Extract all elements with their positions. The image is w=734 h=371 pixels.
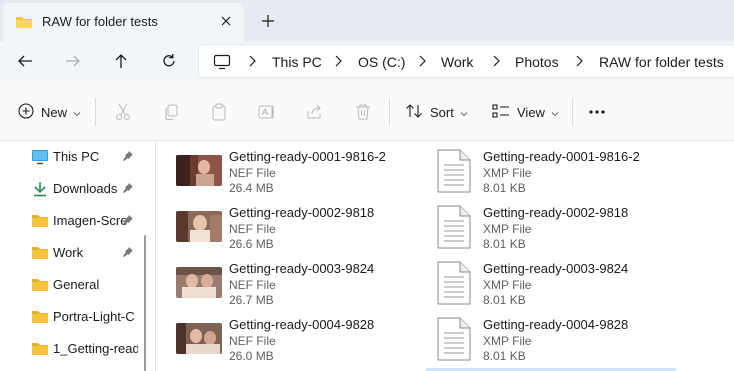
file-name: Getting-ready-0002-9818 [483, 205, 629, 220]
folder-icon [31, 213, 49, 232]
file-size: 8.01 KB [483, 349, 526, 363]
chevron-right-icon[interactable] [333, 54, 343, 68]
pin-icon [122, 182, 134, 197]
toolbar-divider [572, 98, 573, 126]
file-name: Getting-ready-0004-9828 [483, 317, 629, 332]
chevron-right-icon[interactable] [417, 54, 427, 68]
chevron-down-icon [551, 105, 559, 120]
chevron-down-icon [73, 105, 81, 120]
copy-icon[interactable] [163, 101, 179, 123]
plus-circle-icon [18, 102, 34, 122]
sidebar-item-label: Portra-Light-C [53, 309, 135, 324]
tab-title: RAW for folder tests [42, 14, 158, 29]
file-type: XMP File [483, 334, 532, 348]
sidebar-item-label: General [53, 277, 100, 292]
file-type: XMP File [483, 222, 532, 236]
tab-raw-for-folder-tests[interactable]: RAW for folder tests [3, 3, 244, 42]
arrow-up-icon[interactable] [109, 50, 133, 72]
sort-button[interactable]: Sort [405, 101, 468, 123]
view-button[interactable]: View [492, 101, 559, 123]
sort-icon [405, 103, 423, 122]
sidebar-item-label: 1_Getting-ready [53, 341, 138, 356]
folder-icon [31, 309, 49, 328]
file-item-xmp-2[interactable]: Getting-ready-0002-9818 XMP File 8.01 KB [156, 197, 628, 251]
file-name: Getting-ready-0003-9824 [483, 261, 629, 276]
sidebar-item-downloads[interactable]: Downloads [0, 173, 146, 205]
folder-icon [15, 14, 33, 33]
folder-icon [31, 277, 49, 296]
pin-icon [122, 246, 134, 261]
close-icon[interactable] [216, 11, 236, 31]
sidebar-item-portra-light-c[interactable]: Portra-Light-C [0, 301, 146, 333]
plus-icon[interactable] [258, 11, 278, 31]
file-size: 8.01 KB [483, 237, 526, 251]
document-icon [437, 149, 471, 196]
refresh-icon[interactable] [157, 50, 181, 72]
folder-icon [31, 341, 49, 360]
file-size: 8.01 KB [483, 181, 526, 195]
document-icon [437, 317, 471, 364]
download-icon [31, 181, 49, 200]
share-icon[interactable] [306, 101, 324, 123]
sidebar-item-work[interactable]: Work [0, 237, 146, 269]
breadcrumb-raw-for-folder-tests[interactable]: RAW for folder tests [599, 54, 724, 70]
delete-icon[interactable] [355, 101, 371, 123]
command-bar: New Sort View [0, 80, 734, 141]
chevron-right-icon[interactable] [491, 54, 501, 68]
arrow-right-icon[interactable] [61, 50, 85, 72]
rename-icon[interactable] [258, 101, 276, 123]
new-label: New [41, 104, 68, 120]
sidebar-scrollbar[interactable] [144, 235, 146, 371]
monitor-icon [31, 149, 49, 168]
toolbar-divider [389, 98, 390, 126]
cut-icon[interactable] [115, 101, 131, 123]
folder-icon [31, 245, 49, 264]
breadcrumb-os-c[interactable]: OS (C:) [358, 54, 405, 70]
monitor-icon [213, 54, 231, 73]
chevron-right-icon[interactable] [574, 54, 584, 68]
document-icon [437, 205, 471, 252]
sort-label: Sort [430, 104, 454, 120]
breadcrumb-work[interactable]: Work [441, 54, 473, 70]
view-list-icon [492, 103, 510, 122]
pin-icon [122, 150, 134, 165]
toolbar-divider [95, 98, 96, 126]
new-button[interactable]: New [18, 101, 81, 123]
sidebar-item-this-pc[interactable]: This PC [0, 141, 146, 173]
file-name: Getting-ready-0001-9816-2 [483, 149, 640, 164]
breadcrumb-photos[interactable]: Photos [515, 54, 559, 70]
sidebar-item-imagen-scre[interactable]: Imagen-Scre [0, 205, 146, 237]
file-item-xmp-3[interactable]: Getting-ready-0003-9824 XMP File 8.01 KB [156, 253, 628, 307]
ellipsis-icon[interactable] [588, 101, 606, 123]
file-list: Getting-ready-0001-9816-2 NEF File 26.4 … [156, 141, 734, 371]
document-icon [437, 261, 471, 308]
view-label: View [517, 104, 545, 120]
chevron-down-icon [460, 105, 468, 120]
navigation-bar: This PC OS (C:) Work Photos RAW for fold… [0, 42, 734, 80]
file-size: 8.01 KB [483, 293, 526, 307]
file-type: XMP File [483, 278, 532, 292]
paste-icon[interactable] [211, 101, 227, 123]
breadcrumb-this-pc[interactable]: This PC [272, 54, 322, 70]
file-item-xmp-1[interactable]: Getting-ready-0001-9816-2 XMP File 8.01 … [156, 141, 640, 195]
chevron-right-icon[interactable] [247, 54, 257, 68]
sidebar-item-general[interactable]: General [0, 269, 146, 301]
pin-icon [122, 214, 134, 229]
file-type: XMP File [483, 166, 532, 180]
arrow-left-icon[interactable] [13, 50, 37, 72]
address-bar[interactable]: This PC OS (C:) Work Photos RAW for fold… [198, 44, 734, 78]
sidebar-item-1-getting-ready[interactable]: 1_Getting-ready [0, 333, 146, 365]
tab-bar: RAW for folder tests [0, 0, 734, 42]
navigation-pane: This PC Downloads Imagen-Scre Work Gener… [0, 141, 148, 371]
file-item-xmp-4[interactable]: Getting-ready-0004-9828 XMP File 8.01 KB [156, 309, 628, 363]
